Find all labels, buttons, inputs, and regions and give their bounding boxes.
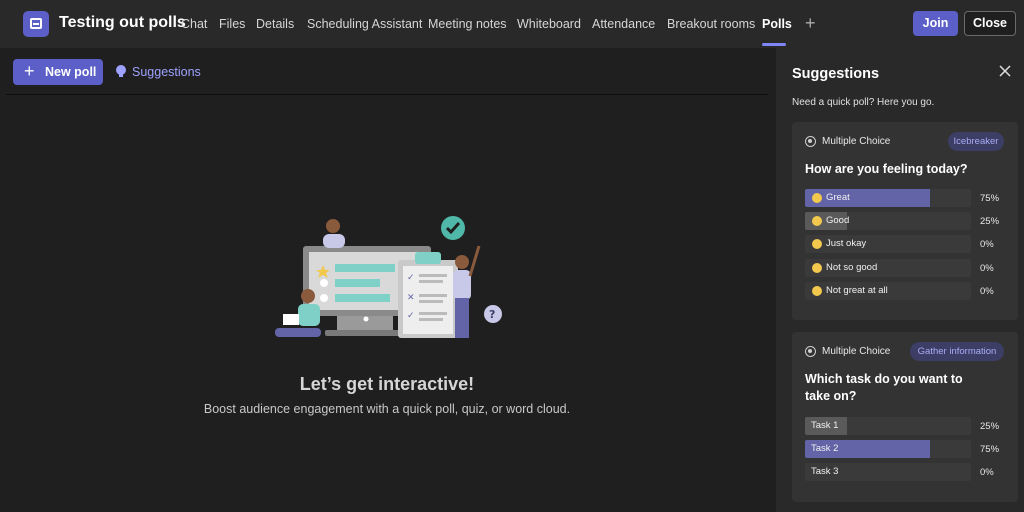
option-label: Not great at all [826, 285, 888, 296]
empty-state-subtitle: Boost audience engagement with a quick p… [203, 402, 571, 416]
poll-option: Great [805, 189, 971, 207]
tab-meeting-notes[interactable]: Meeting notes [428, 17, 507, 31]
new-poll-button[interactable]: + New poll [13, 59, 103, 85]
poll-option: Just okay [805, 235, 971, 253]
svg-text:?: ? [489, 308, 495, 321]
poll-question: Which task do you want to take on? [805, 372, 963, 403]
calendar-icon [23, 11, 49, 37]
poll-option: Task 3 [805, 463, 971, 481]
tab-breakout-rooms[interactable]: Breakout rooms [667, 17, 755, 31]
panel-subtitle: Need a quick poll? Here you go. [792, 97, 935, 108]
svg-text:✓: ✓ [407, 273, 415, 283]
plus-icon: + [24, 61, 35, 81]
sad-emoji-icon [812, 286, 822, 296]
smile-emoji-icon [812, 193, 822, 203]
card-type-label: Multiple Choice [822, 346, 891, 357]
empty-state-title: Let’s get interactive! [299, 374, 475, 394]
toolbar-divider [6, 94, 768, 95]
tab-scheduling-assistant[interactable]: Scheduling Assistant [307, 17, 422, 31]
option-bar-fill [805, 189, 930, 207]
tab-details[interactable]: Details [256, 17, 294, 31]
option-percent: 0% [980, 286, 994, 297]
option-percent: 25% [980, 216, 1000, 227]
frown-emoji-icon [812, 263, 822, 273]
close-button[interactable]: Close [964, 11, 1016, 36]
tag-badge: Gather information [910, 342, 1004, 361]
svg-text:✕: ✕ [407, 293, 415, 303]
poll-option: Task 2 [805, 440, 971, 458]
join-button[interactable]: Join [913, 11, 958, 36]
new-poll-label: New poll [45, 65, 97, 79]
happy-emoji-icon [812, 216, 822, 226]
polls-illustration: ✓ ✕ ✓ ? [275, 216, 502, 338]
poll-option: Good [805, 212, 971, 230]
tag-badge: Icebreaker [948, 132, 1004, 151]
option-percent: 75% [980, 193, 1000, 204]
option-label: Good [826, 215, 850, 226]
suggestions-label: Suggestions [132, 65, 201, 79]
panel-title: Suggestions [792, 66, 880, 82]
option-label: Task 3 [811, 466, 839, 477]
option-label: Task 1 [811, 420, 839, 431]
svg-text:✓: ✓ [407, 311, 415, 321]
meeting-header: Testing out polls Chat Files Details Sch… [0, 0, 1024, 48]
suggestion-card-feeling[interactable]: Multiple Choice Icebreaker How are you f… [792, 122, 1018, 320]
radio-icon [805, 136, 816, 147]
option-label: Not so good [826, 262, 878, 273]
option-percent: 0% [980, 263, 994, 274]
tab-files[interactable]: Files [219, 17, 245, 31]
tab-chat[interactable]: Chat [181, 17, 207, 31]
tab-attendance[interactable]: Attendance [592, 17, 655, 31]
suggestion-card-task[interactable]: Multiple Choice Gather information Which… [792, 332, 1018, 502]
tab-whiteboard[interactable]: Whiteboard [517, 17, 581, 31]
option-percent: 0% [980, 239, 994, 250]
poll-option: Not great at all [805, 282, 971, 300]
neutral-emoji-icon [812, 239, 822, 249]
radio-icon [805, 346, 816, 357]
option-label: Task 2 [811, 443, 839, 454]
tab-polls[interactable]: Polls [762, 17, 792, 31]
option-percent: 75% [980, 444, 1000, 455]
option-percent: 25% [980, 421, 1000, 432]
poll-question: How are you feeling today? [805, 162, 968, 176]
add-tab-icon[interactable]: + [805, 13, 816, 34]
meeting-title: Testing out polls [59, 14, 186, 31]
close-icon[interactable] [998, 64, 1012, 78]
suggestions-panel: Suggestions Need a quick poll? Here you … [776, 48, 1024, 512]
card-type-label: Multiple Choice [822, 136, 891, 147]
poll-option: Not so good [805, 259, 971, 277]
option-label: Great [826, 192, 850, 203]
option-percent: 0% [980, 467, 994, 478]
lightbulb-icon [116, 65, 126, 77]
option-label: Just okay [826, 238, 867, 249]
active-tab-indicator [762, 43, 786, 46]
poll-option: Task 1 [805, 417, 971, 435]
